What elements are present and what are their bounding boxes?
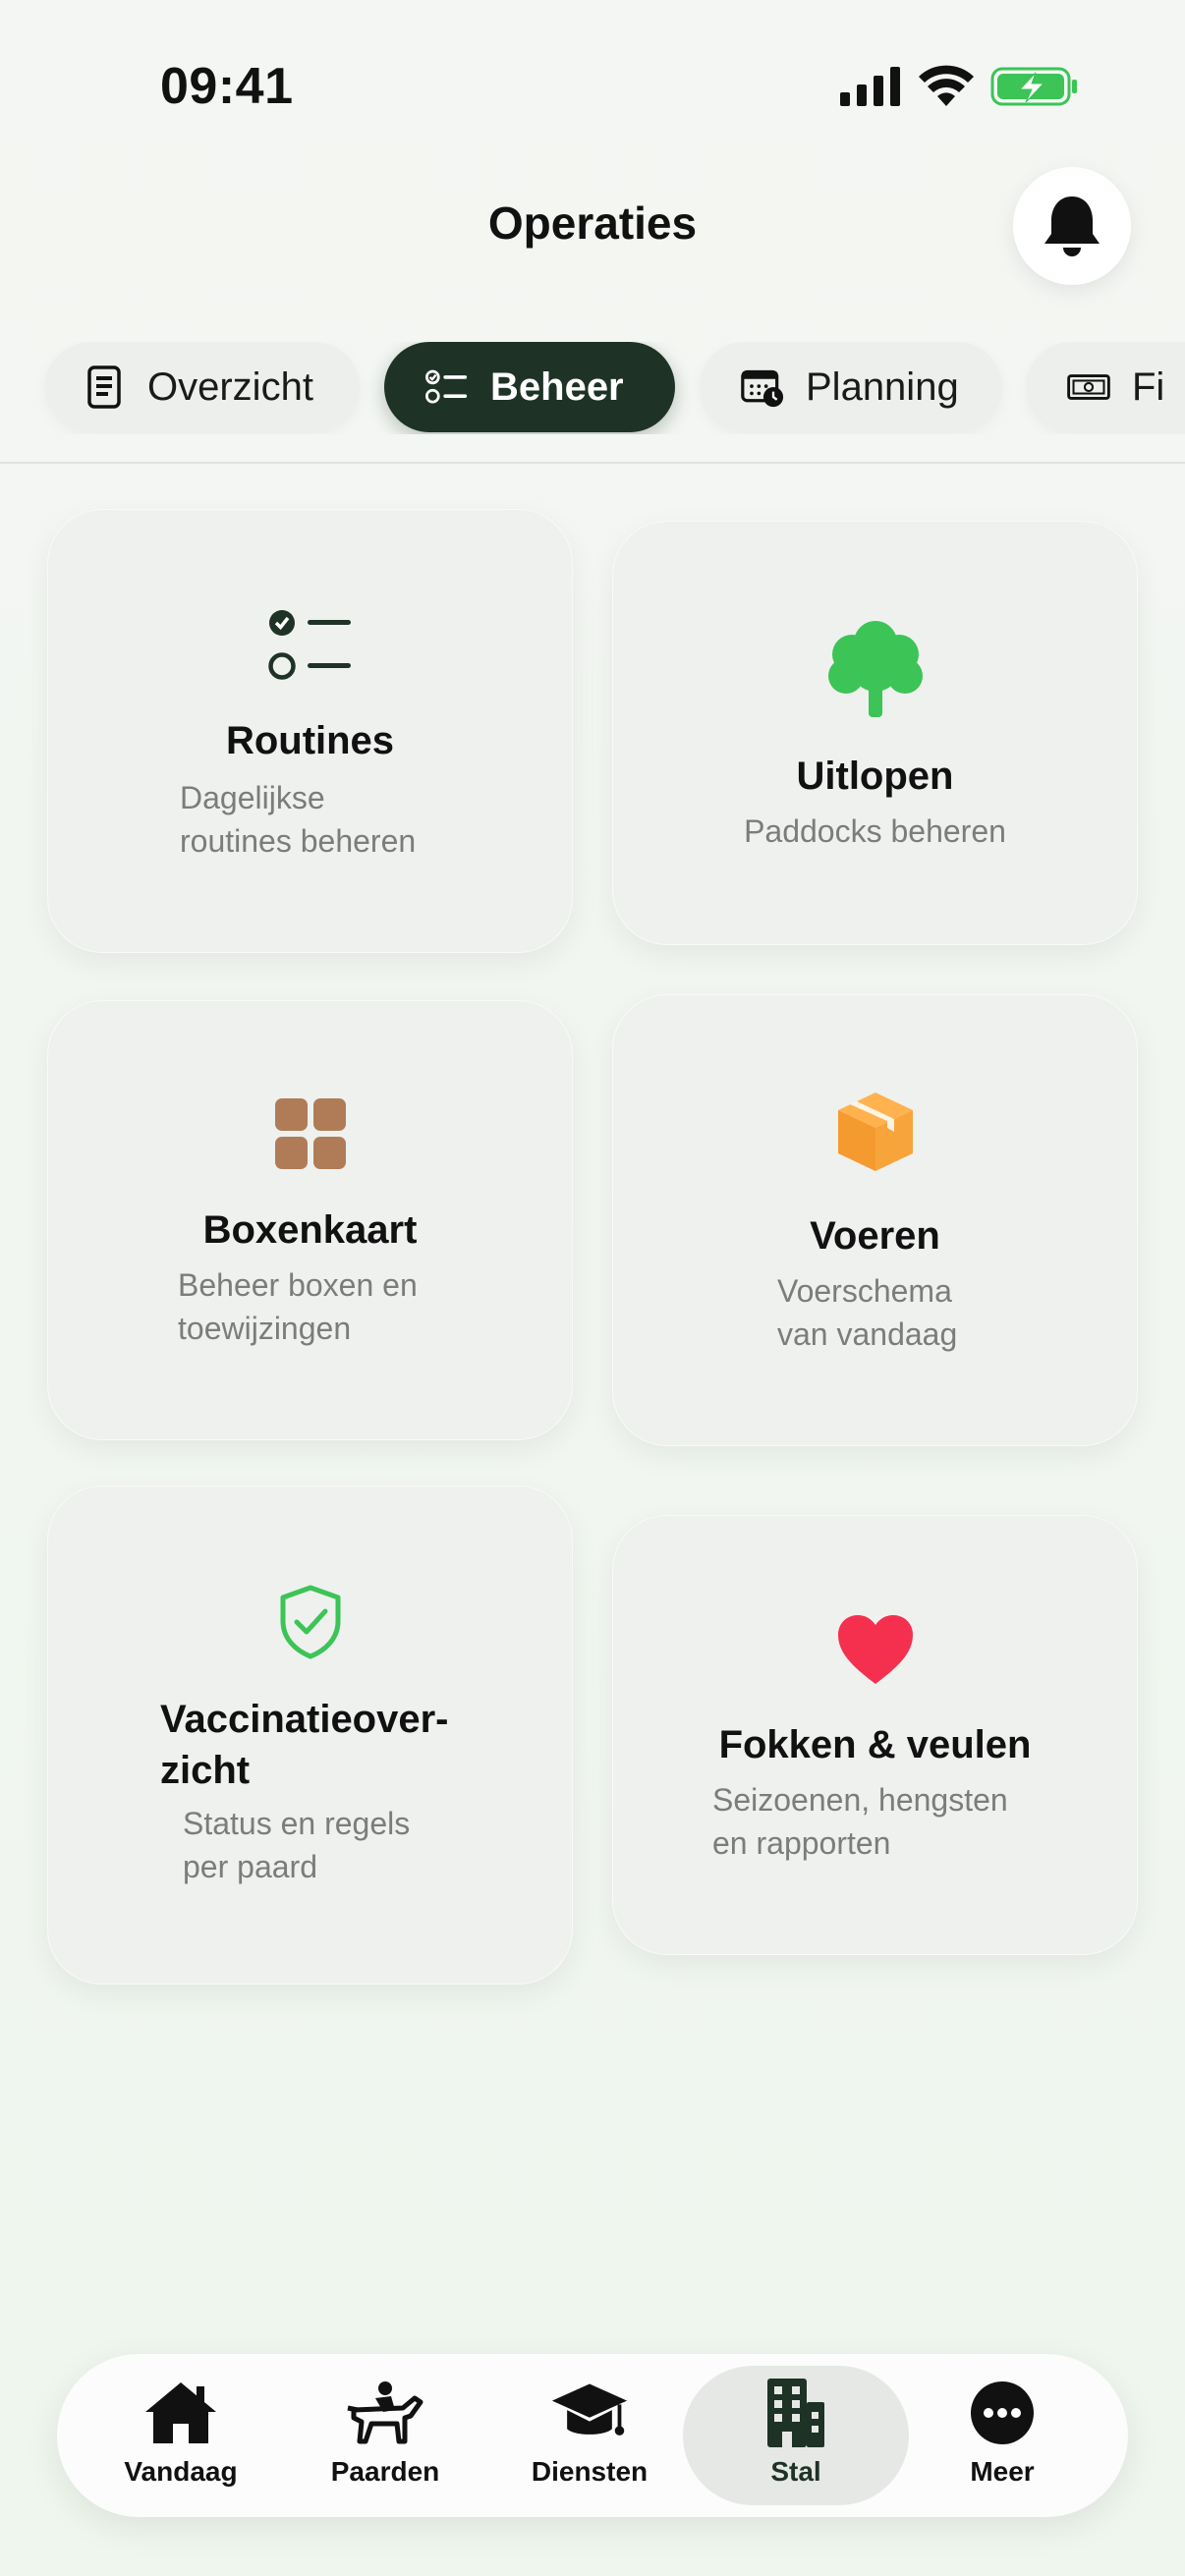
tab-label: Fi [1132,364,1165,409]
horse-rider-icon [347,2381,423,2444]
card-subtitle-line: Status en regels [183,1806,411,1841]
card-subtitle-line: Seizoenen, hengsten [712,1782,1008,1818]
tab-label: Planning [806,364,959,409]
card-title-line: Vaccinatieover- [160,1698,449,1741]
tab-label: Overzicht [147,364,313,409]
page-title: Operaties [487,197,698,249]
card-title: Uitlopen [796,755,954,798]
banknote-icon [1067,365,1110,409]
nav-item-meer[interactable]: Meer [904,2366,1100,2505]
nav-label: Stal [770,2456,821,2487]
nav-item-vandaag[interactable]: Vandaag [83,2366,279,2505]
tab-planning[interactable]: Planning [700,342,1002,432]
status-bar: 09:41 [0,0,1185,167]
tree-icon [827,621,923,717]
more-icon [971,2381,1034,2444]
status-time: 09:41 [160,58,294,115]
card-subtitle-line: routines beheren [180,823,417,859]
wifi-icon [919,65,974,106]
card-title: Routines [225,719,395,762]
nav-item-paarden[interactable]: Paarden [287,2366,483,2505]
card-boxenkaart[interactable]: Boxenkaart Beheer boxen en toewijzingen [47,1000,573,1440]
nav-item-diensten[interactable]: Diensten [491,2366,688,2505]
card-title: Vaccinatieover- zicht [160,1694,573,1796]
card-subtitle-line: per paard [183,1849,317,1884]
tab-bar: Overzicht Beheer Planning Fi [0,342,1185,434]
nav-item-stal[interactable]: Stal [683,2366,909,2505]
grid-icon [274,1098,346,1169]
calendar-clock-icon [741,365,784,409]
card-fokken-veulen[interactable]: Fokken & veulen Seizoenen, hengsten en r… [612,1515,1138,1955]
heart-icon [837,1615,913,1684]
card-vaccinatieoverzicht[interactable]: Vaccinatieover- zicht Status en regels p… [47,1485,573,1985]
nav-label: Diensten [531,2456,649,2487]
notifications-button[interactable] [1013,167,1131,285]
card-subtitle: Paddocks beheren [744,813,1006,849]
nav-label: Paarden [330,2456,440,2487]
nav-label: Meer [970,2456,1035,2487]
card-subtitle-line: toewijzingen [178,1311,352,1346]
cellular-signal-icon [840,67,900,106]
tab-beheer[interactable]: Beheer [384,342,675,432]
card-subtitle: Dagelijkse routines beheren [180,776,573,863]
house-icon [145,2382,216,2443]
tab-label: Beheer [490,364,624,409]
card-subtitle-line: Voerschema [777,1273,952,1309]
card-title: Boxenkaart [202,1208,418,1252]
tab-overzicht[interactable]: Overzicht [45,342,360,432]
checklist-icon [425,365,469,409]
building-icon [767,2379,824,2447]
battery-charging-icon [990,67,1077,106]
card-voeren[interactable]: Voeren Voerschema van vandaag [612,994,1138,1446]
card-subtitle: Seizoenen, hengsten en rapporten [712,1778,1135,1865]
document-icon [83,365,126,409]
card-uitlopen[interactable]: Uitlopen Paddocks beheren [612,521,1138,945]
bell-icon [1044,196,1100,256]
card-subtitle: Status en regels per paard [183,1802,566,1888]
graduation-cap-icon [551,2383,628,2436]
bottom-navigation: Vandaag Paarden Diensten Stal Meer [57,2354,1128,2517]
card-subtitle-line: en rapporten [712,1825,891,1861]
card-subtitle: Beheer boxen en toewijzingen [178,1263,571,1350]
card-title: Voeren [810,1214,940,1258]
card-title: Fokken & veulen [718,1723,1032,1766]
divider [0,462,1185,464]
checklist-icon [267,610,351,680]
card-routines[interactable]: Routines Dagelijkse routines beheren [47,509,573,953]
box-icon [837,1092,913,1171]
card-subtitle-line: Dagelijkse [180,780,325,815]
shield-check-icon [280,1585,340,1659]
card-subtitle-line: van vandaag [777,1316,958,1352]
card-subtitle: Voerschema van vandaag [777,1269,1131,1356]
tab-financien[interactable]: Fi [1026,342,1185,432]
nav-label: Vandaag [124,2456,238,2487]
card-subtitle-line: Beheer boxen en [178,1267,418,1303]
card-title-line: zicht [160,1749,251,1792]
